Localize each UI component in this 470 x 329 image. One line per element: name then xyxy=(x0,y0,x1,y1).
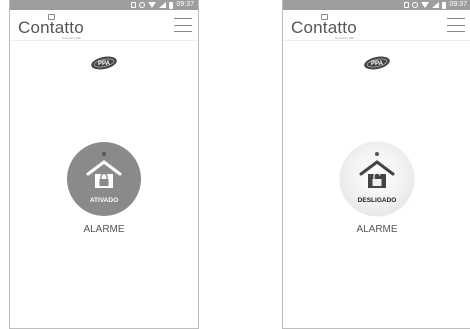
status-bar: 09:37 xyxy=(283,0,470,10)
hamburger-menu-icon[interactable] xyxy=(174,18,192,32)
phone-screen-disarmed: 09:37 Contatto Powered by EXP PPA DESLIG… xyxy=(282,0,470,329)
wifi-icon xyxy=(148,2,157,8)
vibrate-icon xyxy=(404,2,410,8)
alarm-clock-icon xyxy=(412,2,419,8)
battery-icon xyxy=(442,1,447,9)
logo-badge-icon xyxy=(321,14,328,20)
status-time: 09:37 xyxy=(176,1,194,8)
status-bar: 09:37 xyxy=(10,0,198,10)
ppa-brand-logo: PPA xyxy=(91,56,117,70)
phone-screen-armed: 09:37 Contatto Powered by EXP PPA ATIVAD… xyxy=(9,0,199,329)
alarm-clock-icon xyxy=(139,2,146,8)
app-bar: Contatto Powered by EXP xyxy=(10,10,198,41)
wifi-icon xyxy=(421,2,430,8)
alarm-state-label: DESLIGADO xyxy=(357,197,397,204)
alarm-title: ALARME xyxy=(83,224,125,235)
brand-logo-text: PPA xyxy=(98,61,111,67)
hamburger-menu-icon[interactable] xyxy=(447,18,465,32)
logo-badge-icon xyxy=(48,14,55,20)
alarm-state-label: ATIVADO xyxy=(89,197,119,204)
alarm-toggle-button[interactable]: DESLIGADO xyxy=(340,142,414,216)
app-logo: Contatto xyxy=(291,18,357,37)
brand-logo-text: PPA xyxy=(371,61,384,67)
house-locked-icon xyxy=(86,152,122,188)
alarm-toggle-button[interactable]: ATIVADO xyxy=(67,142,141,216)
app-logo-subtitle: Powered by EXP xyxy=(335,37,354,40)
house-unlocked-icon xyxy=(359,152,395,188)
signal-icon xyxy=(159,2,167,8)
vibrate-icon xyxy=(131,2,137,8)
app-bar: Contatto Powered by EXP xyxy=(283,10,470,41)
status-time: 09:37 xyxy=(449,1,467,8)
battery-icon xyxy=(169,1,174,9)
app-logo-subtitle: Powered by EXP xyxy=(62,37,81,40)
ppa-brand-logo: PPA xyxy=(364,56,390,70)
signal-icon xyxy=(432,2,440,8)
app-logo: Contatto xyxy=(18,18,84,37)
alarm-title: ALARME xyxy=(356,224,398,235)
